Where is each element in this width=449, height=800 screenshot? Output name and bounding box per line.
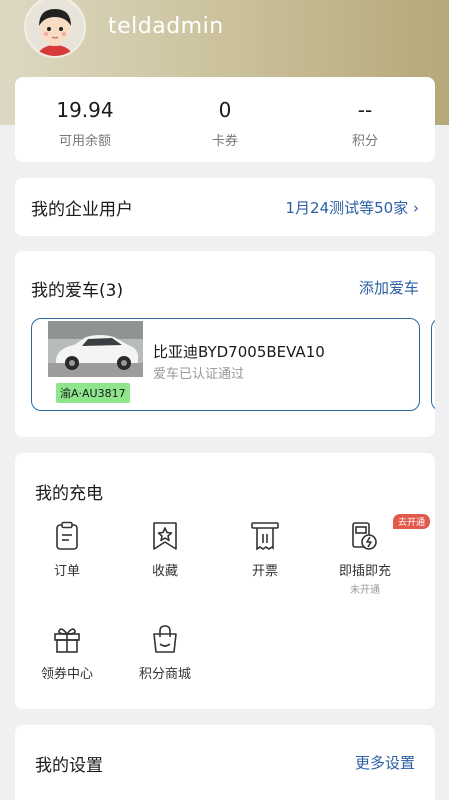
bookmark-star-icon xyxy=(149,520,181,552)
stat-label: 可用余额 xyxy=(58,134,111,149)
enterprise-card[interactable]: 我的企业用户 1月24测试等50家 › xyxy=(15,178,435,236)
gift-icon xyxy=(51,623,83,655)
grid-label: 领券中心 xyxy=(40,667,93,682)
my-cars-card: 我的爱车(3) 添加爱车 渝A·AU3817 比亚迪BYD7005BEVA10 … xyxy=(15,251,435,437)
my-cars-title: 我的爱车(3) xyxy=(31,281,124,301)
stat-value: 19.94 xyxy=(56,98,114,122)
stat-label: 卡券 xyxy=(211,134,238,149)
stat-coupons[interactable]: 0 卡券 xyxy=(155,77,295,162)
car-item[interactable]: 渝A·AU3817 比亚迪BYD7005BEVA10 爱车已认证通过 xyxy=(31,318,420,411)
stat-label: 积分 xyxy=(351,134,378,149)
settings-title: 我的设置 xyxy=(35,756,103,776)
invoice-button[interactable]: 开票 xyxy=(225,520,305,579)
settings-card: 我的设置 更多设置 xyxy=(15,725,435,800)
avatar-illustration xyxy=(38,9,72,56)
username[interactable]: teldadmin xyxy=(108,14,224,39)
grid-label: 订单 xyxy=(53,564,80,579)
my-charging-title: 我的充电 xyxy=(35,484,103,504)
favorites-button[interactable]: 收藏 xyxy=(125,520,205,579)
next-car-peek[interactable] xyxy=(431,318,435,411)
more-settings-button[interactable]: 更多设置 xyxy=(355,752,415,773)
grid-label: 即插即充 xyxy=(338,564,391,579)
add-car-button[interactable]: 添加爱车 xyxy=(359,277,419,298)
grid-label: 收藏 xyxy=(151,564,178,579)
car-photo xyxy=(48,321,143,377)
car-name: 比亚迪BYD7005BEVA10 xyxy=(153,343,325,361)
shopping-bag-icon xyxy=(149,623,181,655)
clipboard-icon xyxy=(51,520,83,552)
invoice-icon xyxy=(249,520,281,552)
grid-label: 开票 xyxy=(251,564,278,579)
grid-label: 积分商城 xyxy=(138,667,191,682)
enterprise-title: 我的企业用户 xyxy=(31,200,133,220)
my-charging-card: 我的充电 订单 收藏 开票 去开通 即插即充 未开通 领券中心 积分商城 xyxy=(15,453,435,709)
license-plate: 渝A·AU3817 xyxy=(56,383,130,403)
stat-value: 0 xyxy=(218,98,232,122)
stat-points[interactable]: -- 积分 xyxy=(295,77,435,162)
car-status: 爱车已认证通过 xyxy=(153,367,245,382)
enterprise-link[interactable]: 1月24测试等50家 › xyxy=(286,197,420,218)
activate-badge[interactable]: 去开通 xyxy=(393,514,431,529)
stat-value: -- xyxy=(357,98,373,122)
stats-card: 19.94 可用余额 0 卡券 -- 积分 xyxy=(15,77,435,162)
grid-sublabel: 未开通 xyxy=(350,585,380,596)
orders-button[interactable]: 订单 xyxy=(27,520,107,579)
stat-balance[interactable]: 19.94 可用余额 xyxy=(15,77,155,162)
coupon-center-button[interactable]: 领券中心 xyxy=(27,623,107,682)
plug-charge-icon: 去开通 xyxy=(349,514,431,552)
plug-and-charge-button[interactable]: 去开通 即插即充 未开通 xyxy=(325,514,431,596)
points-mall-button[interactable]: 积分商城 xyxy=(125,623,205,682)
